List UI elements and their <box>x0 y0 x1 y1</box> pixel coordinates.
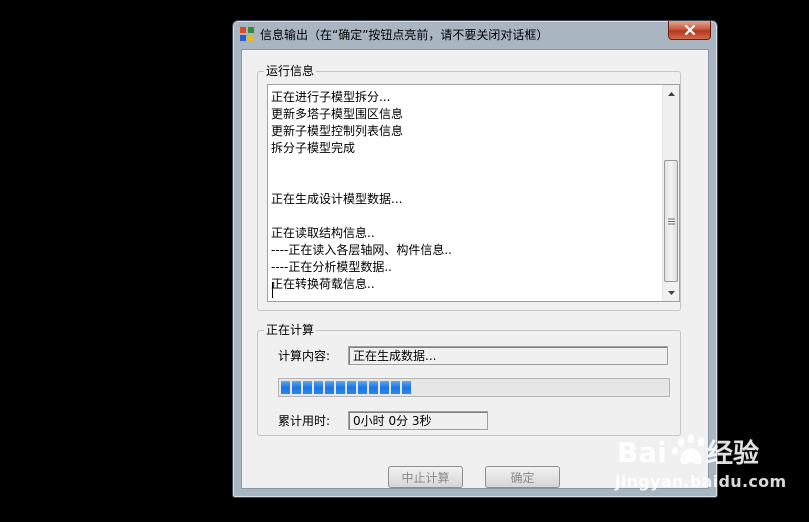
scroll-thumb[interactable] <box>664 160 678 282</box>
log-line: ----正在读入各层轴网、构件信息.. <box>271 243 452 257</box>
log-line: 更新多塔子模型围区信息 <box>271 107 404 121</box>
text-caret <box>272 282 273 298</box>
scroll-down-button[interactable] <box>663 284 679 301</box>
progress-block <box>380 381 389 394</box>
progress-bar <box>278 378 670 397</box>
app-icon <box>239 26 255 42</box>
dialog-window: 信息输出（在“确定”按钮点亮前，请不要关闭对话框） 运行信息 正在进行子模型拆分… <box>232 20 718 498</box>
progress-block <box>358 381 367 394</box>
progress-fill <box>281 381 667 394</box>
log-scrollbar[interactable] <box>662 85 679 301</box>
progress-block <box>369 381 378 394</box>
progress-block <box>281 381 290 394</box>
content-field: 正在生成数据... <box>348 346 668 365</box>
close-button[interactable] <box>668 21 711 40</box>
progress-block <box>347 381 356 394</box>
log-group-label: 运行信息 <box>264 63 317 79</box>
log-line: 正在读取结构信息.. <box>271 226 375 240</box>
content-label: 计算内容: <box>278 349 331 363</box>
close-icon <box>684 25 695 35</box>
progress-block <box>391 381 400 394</box>
log-lines: 正在进行子模型拆分... 更新多塔子模型围区信息 更新子模型控制列表信息 拆分子模型完… <box>271 89 661 293</box>
grip-icon <box>667 218 675 224</box>
progress-block <box>292 381 301 394</box>
calc-group-label: 正在计算 <box>264 322 317 338</box>
window-title: 信息输出（在“确定”按钮点亮前，请不要关闭对话框） <box>260 27 549 42</box>
log-line: 正在进行子模型拆分... <box>271 90 391 104</box>
log-line: 更新子模型控制列表信息 <box>271 124 404 138</box>
chevron-up-icon <box>668 91 675 96</box>
log-line: 正在生成设计模型数据... <box>271 192 403 206</box>
scroll-up-button[interactable] <box>663 85 679 102</box>
progress-block <box>325 381 334 394</box>
title-bar[interactable]: 信息输出（在“确定”按钮点亮前，请不要关闭对话框） <box>233 21 717 47</box>
calc-group: 正在计算 计算内容: 正在生成数据... 累计用时: 0小时 0分 3秒 <box>257 322 681 436</box>
chevron-down-icon <box>668 290 675 295</box>
elapsed-label: 累计用时: <box>278 414 331 428</box>
log-line: 拆分子模型完成 <box>271 141 356 155</box>
log-textarea[interactable]: 正在进行子模型拆分... 更新多塔子模型围区信息 更新子模型控制列表信息 拆分子模型完… <box>267 84 680 302</box>
progress-block <box>314 381 323 394</box>
log-line: ----正在分析模型数据.. <box>271 260 392 274</box>
progress-block <box>303 381 312 394</box>
progress-block <box>402 381 411 394</box>
elapsed-field: 0小时 0分 3秒 <box>348 411 488 430</box>
dialog-client: 运行信息 正在进行子模型拆分... 更新多塔子模型围区信息 更新子模型控制列表信息拆… <box>241 49 709 489</box>
ok-button[interactable]: 确定 <box>485 466 560 488</box>
stop-calculation-button[interactable]: 中止计算 <box>388 466 463 488</box>
log-group: 运行信息 正在进行子模型拆分... 更新多塔子模型围区信息 更新子模型控制列表信息拆… <box>257 63 681 311</box>
progress-block <box>336 381 345 394</box>
log-line: 正在转换荷载信息.. <box>271 277 375 291</box>
